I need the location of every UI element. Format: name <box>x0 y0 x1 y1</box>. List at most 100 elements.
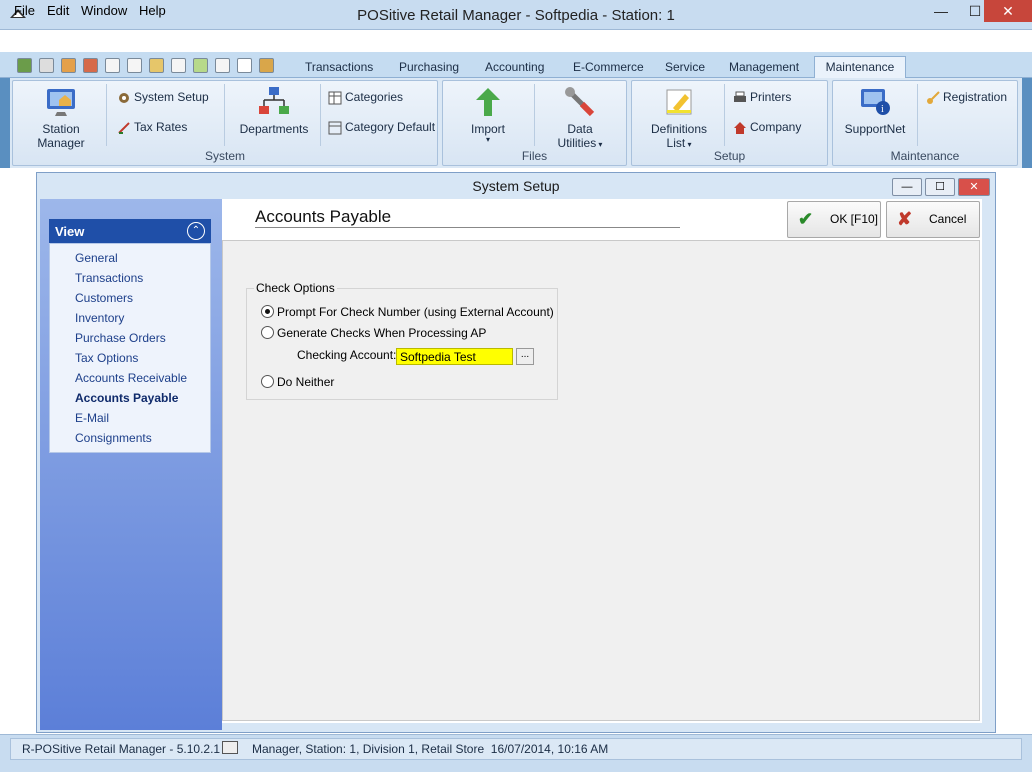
checking-account-field[interactable]: Softpedia Test <box>396 348 513 365</box>
collapse-chevron-icon[interactable]: ⌃ <box>187 222 205 240</box>
calendar-month-icon[interactable] <box>171 58 186 73</box>
checking-account-label: Checking Account: <box>297 348 397 362</box>
radio-generate[interactable] <box>261 326 274 339</box>
group-label-files: Files <box>521 149 548 163</box>
nav-tax-options[interactable]: Tax Options <box>75 351 138 365</box>
menu-file[interactable]: File <box>14 3 35 18</box>
categories-label: Categories <box>345 90 404 104</box>
cancel-label: Cancel <box>929 212 967 226</box>
ok-button[interactable]: ✔ OK [F10] <box>787 201 881 238</box>
browse-button[interactable]: ... <box>516 348 534 365</box>
group-label-setup: Setup <box>713 149 746 163</box>
categories-button[interactable]: Categories <box>328 90 403 105</box>
tab-service[interactable]: Service <box>665 60 705 74</box>
svg-text:i: i <box>881 104 884 115</box>
calculator-icon[interactable] <box>149 58 164 73</box>
printers-button[interactable]: Printers <box>733 90 791 105</box>
minimize-button[interactable]: — <box>924 0 958 22</box>
tab-purchasing[interactable]: Purchasing <box>399 60 459 74</box>
import-label: Import <box>470 122 505 136</box>
departments-label: Departments <box>239 122 309 136</box>
tab-maintenance[interactable]: Maintenance <box>814 56 906 79</box>
house-icon <box>733 121 747 135</box>
notes-icon[interactable] <box>193 58 208 73</box>
ok-label: OK [F10] <box>830 212 879 226</box>
table-default-icon <box>328 121 342 135</box>
tab-ecommerce[interactable]: E-Commerce <box>573 60 644 74</box>
lock-icon[interactable] <box>259 58 274 73</box>
printers-label: Printers <box>750 90 792 104</box>
registration-label: Registration <box>943 90 1008 104</box>
category-default-label: Category Default <box>345 120 436 134</box>
nav-general[interactable]: General <box>75 251 118 265</box>
system-setup-button[interactable]: System Setup <box>117 90 209 105</box>
data-utilities-label-2-text: Utilities <box>557 136 597 150</box>
customers-icon[interactable] <box>61 58 76 73</box>
menu-edit[interactable]: Edit <box>47 3 69 18</box>
company-button[interactable]: Company <box>733 120 801 135</box>
users-icon[interactable] <box>17 58 32 73</box>
nav-purchase-orders[interactable]: Purchase Orders <box>75 331 166 345</box>
tab-accounting[interactable]: Accounting <box>485 60 544 74</box>
blank-page-icon[interactable] <box>237 58 252 73</box>
check-options-legend: Check Options <box>254 281 337 295</box>
menu-help[interactable]: Help <box>139 3 166 18</box>
list-icon[interactable] <box>215 58 230 73</box>
gear-icon <box>117 91 131 105</box>
definitions-list-label-1: Definitions <box>650 122 708 136</box>
import-button[interactable]: Import ▾ <box>456 86 520 144</box>
radio-prompt-label[interactable]: Prompt For Check Number (using External … <box>277 305 554 319</box>
menu-window[interactable]: Window <box>81 3 127 18</box>
company-label: Company <box>750 120 802 134</box>
nav-transactions[interactable]: Transactions <box>75 271 143 285</box>
document-icon[interactable] <box>105 58 120 73</box>
nav-customers[interactable]: Customers <box>75 291 133 305</box>
status-app-version: R-POSitive Retail Manager - 5.10.2.1 <box>22 742 221 756</box>
tax-icon <box>117 121 131 135</box>
nav-inventory[interactable]: Inventory <box>75 311 124 325</box>
tag-icon[interactable] <box>39 58 54 73</box>
departments-button[interactable]: Departments <box>236 86 312 136</box>
station-manager-button[interactable]: Station Manager <box>28 86 94 150</box>
monitor-home-icon <box>45 86 77 118</box>
radio-prompt[interactable] <box>261 305 274 318</box>
close-button[interactable]: ✕ <box>984 0 1032 22</box>
category-default-button[interactable]: Category Default <box>328 120 435 135</box>
nav-accounts-payable[interactable]: Accounts Payable <box>75 391 178 405</box>
child-close-button[interactable]: ✕ <box>958 178 990 196</box>
calendar-icon[interactable] <box>127 58 142 73</box>
tab-management[interactable]: Management <box>729 60 799 74</box>
radio-neither[interactable] <box>261 375 274 388</box>
ribbon-separator <box>917 84 918 146</box>
nav-email[interactable]: E-Mail <box>75 411 109 425</box>
definitions-list-label-2: List ▾ <box>642 136 716 150</box>
cancel-button[interactable]: ✘ Cancel <box>886 201 980 238</box>
data-utilities-label-2: Utilities ▾ <box>546 136 614 150</box>
data-utilities-dropdown-icon: ▾ <box>596 140 603 149</box>
page-title: Accounts Payable <box>255 207 392 226</box>
radio-generate-label[interactable]: Generate Checks When Processing AP <box>277 326 486 340</box>
title-divider <box>255 227 680 228</box>
tax-rates-button[interactable]: Tax Rates <box>117 120 187 135</box>
tab-transactions[interactable]: Transactions <box>305 60 373 74</box>
station-manager-label-1: Station <box>42 122 80 136</box>
supportnet-label: SupportNet <box>844 122 906 136</box>
nav-consignments[interactable]: Consignments <box>75 431 152 445</box>
data-utilities-button[interactable]: Data Utilities ▾ <box>546 86 614 150</box>
child-minimize-button[interactable]: — <box>892 178 922 196</box>
org-chart-icon <box>258 86 290 118</box>
import-arrow-icon <box>472 86 504 118</box>
person-icon[interactable] <box>83 58 98 73</box>
registration-button[interactable]: Registration <box>926 90 1007 105</box>
highlighter-icon <box>663 86 695 118</box>
definitions-list-label-2-text: List <box>666 136 686 150</box>
definitions-list-button[interactable]: Definitions List ▾ <box>642 86 716 150</box>
supportnet-button[interactable]: i SupportNet <box>840 86 910 136</box>
ribbon-separator <box>534 84 535 146</box>
menu-bar <box>0 30 1032 52</box>
radio-neither-label[interactable]: Do Neither <box>277 375 334 389</box>
nav-accounts-receivable[interactable]: Accounts Receivable <box>75 371 187 385</box>
group-label-maintenance: Maintenance <box>890 149 960 163</box>
dialog-title: System Setup <box>472 178 560 194</box>
child-restore-button[interactable]: ☐ <box>925 178 955 196</box>
